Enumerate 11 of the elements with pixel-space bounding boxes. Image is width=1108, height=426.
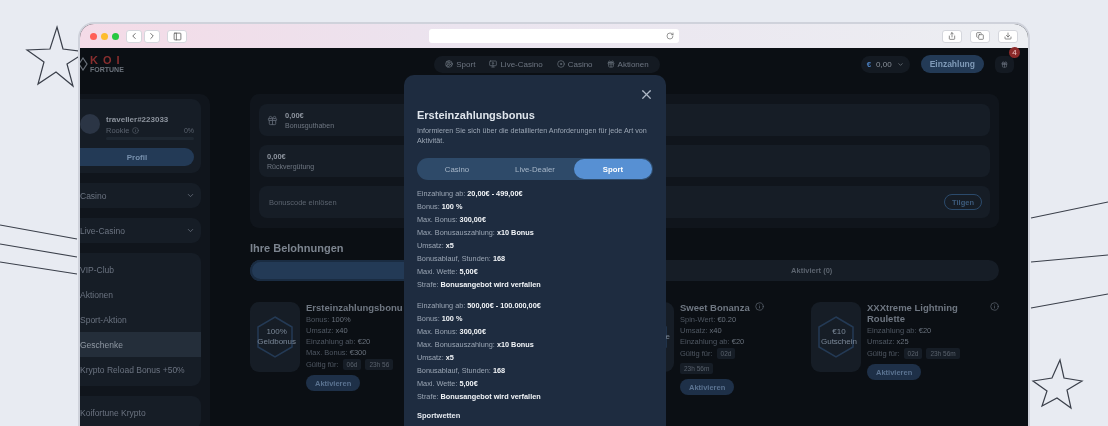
badge-label: €10 Gutschein — [820, 326, 857, 348]
reward-title: Ersteinzahlungsbonu — [306, 302, 403, 313]
reward-title: XXXtreme Lightning Roulette — [867, 302, 959, 324]
notification-badge: 4 — [1009, 46, 1020, 58]
modal-title: Ersteinzahlungsbonus — [417, 109, 536, 121]
reward-title: Sweet Bonanza — [680, 302, 750, 313]
section-title: Ihre Belohnungen — [250, 242, 344, 254]
badge-label: 100% Geldbonus — [257, 326, 296, 348]
logo-text: KOI — [90, 55, 125, 66]
username: traveller#223033 — [106, 115, 169, 124]
badge-label: e — [665, 331, 670, 343]
